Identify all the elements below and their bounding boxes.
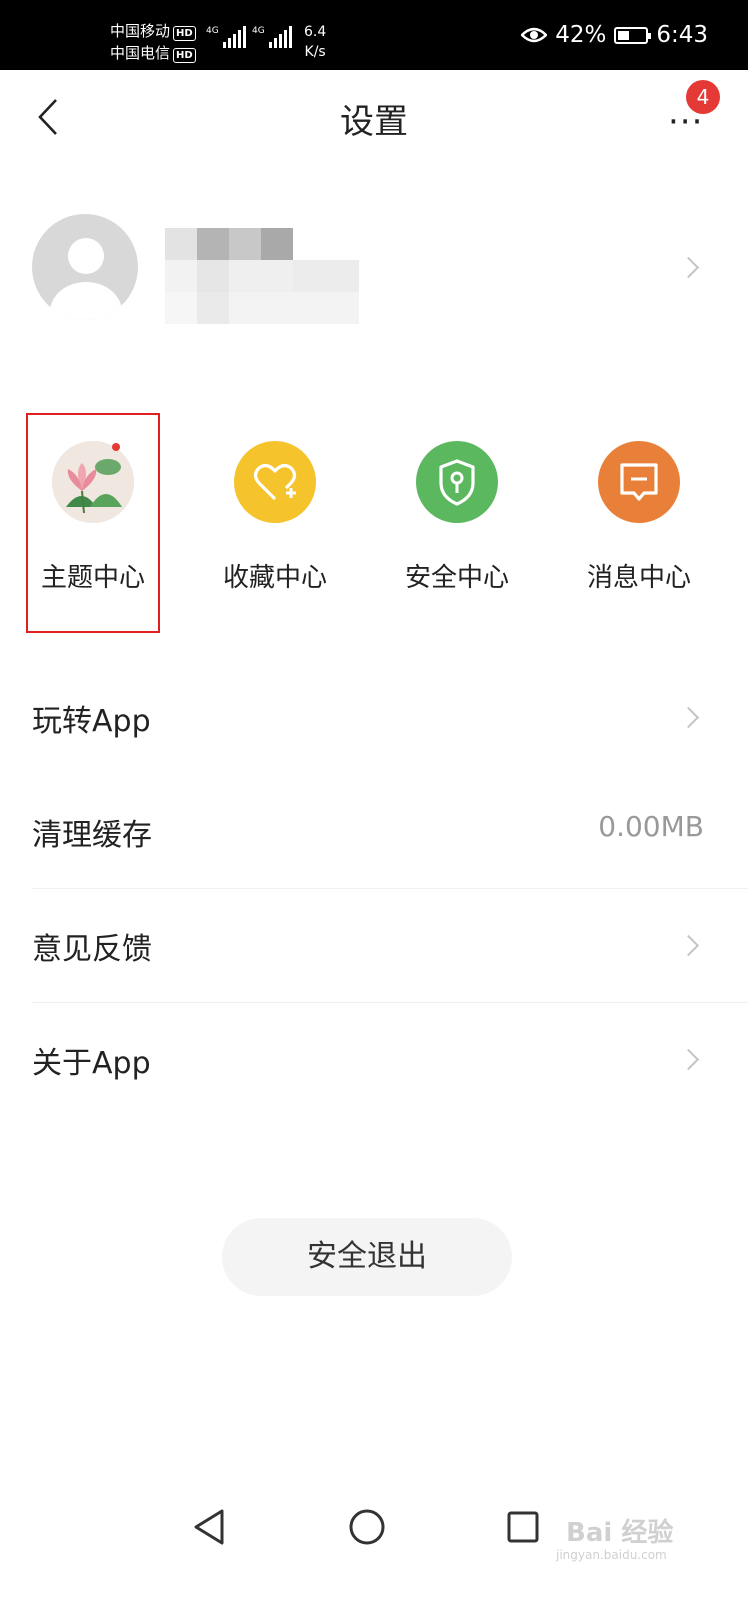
chevron-right-icon [677,256,700,279]
message-icon [598,441,680,523]
battery-fill [618,30,630,40]
nav-bar: 设置 ··· 4 [0,70,748,165]
network-speed: 6.4 K/s [304,24,327,60]
favorites-center-label: 收藏中心 [222,563,327,593]
home-nav-button[interactable] [346,1506,388,1552]
watermark-logo: Bai 经验 [566,1518,674,1548]
carrier-1: 中国移动 [110,22,171,40]
menu-item-about-app[interactable]: 关于App [0,1004,748,1114]
profile-card[interactable] [0,200,748,360]
menu-label: 清理缓存 [32,818,152,853]
battery-percent: 42% [555,22,607,48]
triangle-back-icon [194,1509,224,1545]
security-center-label: 安全中心 [404,563,509,593]
menu-item-play-app[interactable]: 玩转App [0,662,748,772]
signal-icon-2: 4G [252,26,292,48]
battery-icon [614,26,652,44]
chevron-right-icon [677,706,700,729]
chevron-right-icon [677,934,700,957]
cache-size: 0.00MB [598,810,704,843]
clock: 6:43 [656,22,708,48]
divider [32,1002,748,1003]
menu-item-feedback[interactable]: 意见反馈 [0,890,748,1000]
hd-badge-1: HD [173,26,196,41]
more-button[interactable]: ··· 4 [660,80,720,142]
menu-item-clear-cache[interactable]: 清理缓存 0.00MB [0,776,748,886]
menu-label: 玩转App [32,704,151,739]
recents-nav-button[interactable] [502,1506,544,1552]
message-center-button[interactable]: 消息中心 [564,415,714,635]
favorites-center-button[interactable]: 收藏中心 [200,415,350,635]
security-center-button[interactable]: 安全中心 [382,415,532,635]
eye-icon [521,27,548,43]
notification-badge: 4 [686,80,720,114]
menu-label: 关于App [32,1046,151,1081]
square-recents-icon [507,1511,539,1543]
status-bar: 中国移动 HD 中国电信 HD 4G 4G 6.4 K/s 42% 6:43 [0,0,748,70]
watermark-url: jingyan.baidu.com [556,1548,667,1562]
circle-home-icon [349,1509,385,1545]
shield-icon [416,441,498,523]
divider [32,888,748,889]
signal-icon-1: 4G [206,26,246,48]
highlight-box [26,413,160,633]
carrier-2: 中国电信 [110,44,171,62]
avatar [32,214,138,320]
carrier-info: 中国移动 HD 中国电信 HD [110,20,196,64]
hd-badge-2: HD [173,48,196,63]
message-center-label: 消息中心 [586,563,691,593]
back-nav-button[interactable] [188,1506,230,1552]
page-title: 设置 [340,102,408,142]
logout-button[interactable]: 安全退出 [222,1218,512,1296]
more-icon: ··· [668,102,704,142]
heart-plus-icon [234,441,316,523]
chevron-right-icon [677,1048,700,1071]
status-right: 42% 6:43 [521,22,708,48]
menu-label: 意见反馈 [32,932,152,967]
